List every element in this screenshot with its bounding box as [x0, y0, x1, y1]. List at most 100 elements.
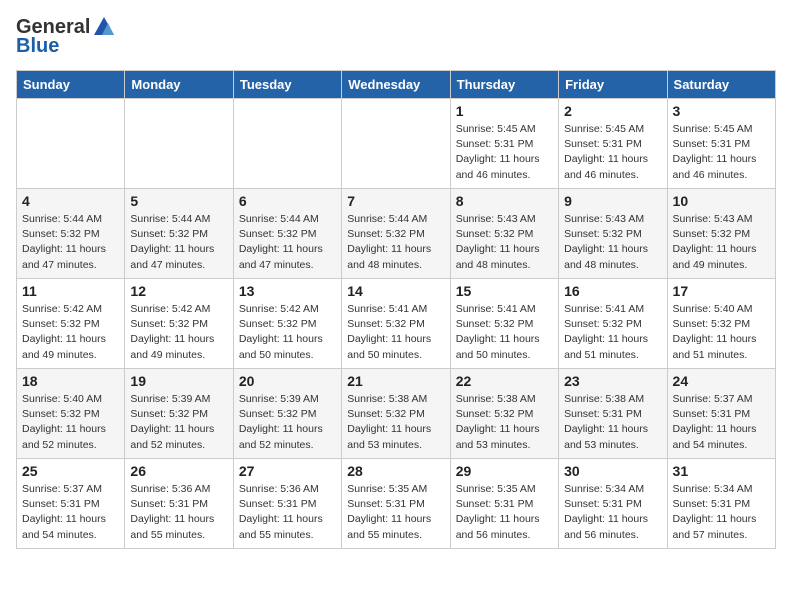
day-detail: Sunrise: 5:35 AM Sunset: 5:31 PM Dayligh… [456, 482, 553, 543]
calendar-cell: 22 Sunrise: 5:38 AM Sunset: 5:32 PM Dayli… [450, 369, 558, 459]
day-number: 25 [22, 463, 119, 479]
day-number: 9 [564, 193, 661, 209]
day-number: 23 [564, 373, 661, 389]
week-row-5: 25 Sunrise: 5:37 AM Sunset: 5:31 PM Dayli… [17, 459, 776, 549]
calendar-cell: 8 Sunrise: 5:43 AM Sunset: 5:32 PM Daylig… [450, 189, 558, 279]
day-detail: Sunrise: 5:43 AM Sunset: 5:32 PM Dayligh… [456, 212, 553, 273]
week-row-2: 4 Sunrise: 5:44 AM Sunset: 5:32 PM Daylig… [17, 189, 776, 279]
day-detail: Sunrise: 5:41 AM Sunset: 5:32 PM Dayligh… [456, 302, 553, 363]
calendar-cell: 26 Sunrise: 5:36 AM Sunset: 5:31 PM Dayli… [125, 459, 233, 549]
day-number: 13 [239, 283, 336, 299]
day-number: 10 [673, 193, 770, 209]
day-number: 4 [22, 193, 119, 209]
day-detail: Sunrise: 5:40 AM Sunset: 5:32 PM Dayligh… [22, 392, 119, 453]
calendar-cell: 15 Sunrise: 5:41 AM Sunset: 5:32 PM Dayli… [450, 279, 558, 369]
calendar-table: SundayMondayTuesdayWednesdayThursdayFrid… [16, 70, 776, 549]
calendar-cell: 17Sunrise: 5:40 AM Sunset: 5:32 PM Dayli… [667, 279, 775, 369]
day-detail: Sunrise: 5:45 AM Sunset: 5:31 PM Dayligh… [673, 122, 770, 183]
weekday-header-tuesday: Tuesday [233, 71, 341, 99]
weekday-header-monday: Monday [125, 71, 233, 99]
day-number: 7 [347, 193, 444, 209]
day-number: 6 [239, 193, 336, 209]
day-detail: Sunrise: 5:42 AM Sunset: 5:32 PM Dayligh… [22, 302, 119, 363]
calendar-cell: 12Sunrise: 5:42 AM Sunset: 5:32 PM Dayli… [125, 279, 233, 369]
day-number: 18 [22, 373, 119, 389]
day-detail: Sunrise: 5:36 AM Sunset: 5:31 PM Dayligh… [239, 482, 336, 543]
day-number: 15 [456, 283, 553, 299]
weekday-header-friday: Friday [559, 71, 667, 99]
day-number: 28 [347, 463, 444, 479]
day-detail: Sunrise: 5:45 AM Sunset: 5:31 PM Dayligh… [456, 122, 553, 183]
day-detail: Sunrise: 5:44 AM Sunset: 5:32 PM Dayligh… [22, 212, 119, 273]
day-detail: Sunrise: 5:39 AM Sunset: 5:32 PM Dayligh… [239, 392, 336, 453]
day-detail: Sunrise: 5:44 AM Sunset: 5:32 PM Dayligh… [347, 212, 444, 273]
calendar-cell: 2 Sunrise: 5:45 AM Sunset: 5:31 PM Daylig… [559, 99, 667, 189]
calendar-cell: 3 Sunrise: 5:45 AM Sunset: 5:31 PM Daylig… [667, 99, 775, 189]
day-detail: Sunrise: 5:38 AM Sunset: 5:32 PM Dayligh… [456, 392, 553, 453]
day-detail: Sunrise: 5:38 AM Sunset: 5:31 PM Dayligh… [564, 392, 661, 453]
calendar-cell: 16Sunrise: 5:41 AM Sunset: 5:32 PM Dayli… [559, 279, 667, 369]
day-detail: Sunrise: 5:43 AM Sunset: 5:32 PM Dayligh… [673, 212, 770, 273]
day-number: 29 [456, 463, 553, 479]
day-number: 30 [564, 463, 661, 479]
calendar-cell: 7 Sunrise: 5:44 AM Sunset: 5:32 PM Daylig… [342, 189, 450, 279]
day-number: 2 [564, 103, 661, 119]
day-number: 3 [673, 103, 770, 119]
logo-area: General Blue [16, 16, 115, 58]
calendar-cell: 23 Sunrise: 5:38 AM Sunset: 5:31 PM Dayli… [559, 369, 667, 459]
calendar-cell: 31Sunrise: 5:34 AM Sunset: 5:31 PM Dayli… [667, 459, 775, 549]
day-number: 11 [22, 283, 119, 299]
calendar-cell [233, 99, 341, 189]
calendar-cell [125, 99, 233, 189]
calendar-cell: 19 Sunrise: 5:39 AM Sunset: 5:32 PM Dayli… [125, 369, 233, 459]
day-number: 22 [456, 373, 553, 389]
header: General Blue [16, 16, 776, 58]
day-number: 27 [239, 463, 336, 479]
week-row-4: 18 Sunrise: 5:40 AM Sunset: 5:32 PM Dayli… [17, 369, 776, 459]
day-detail: Sunrise: 5:43 AM Sunset: 5:32 PM Dayligh… [564, 212, 661, 273]
day-detail: Sunrise: 5:40 AM Sunset: 5:32 PM Dayligh… [673, 302, 770, 363]
logo-triangle-icon [93, 16, 115, 38]
day-detail: Sunrise: 5:39 AM Sunset: 5:32 PM Dayligh… [130, 392, 227, 453]
calendar-cell: 21Sunrise: 5:38 AM Sunset: 5:32 PM Dayli… [342, 369, 450, 459]
day-number: 26 [130, 463, 227, 479]
calendar-cell: 11 Sunrise: 5:42 AM Sunset: 5:32 PM Dayli… [17, 279, 125, 369]
day-number: 8 [456, 193, 553, 209]
day-detail: Sunrise: 5:45 AM Sunset: 5:31 PM Dayligh… [564, 122, 661, 183]
calendar-cell: 6 Sunrise: 5:44 AM Sunset: 5:32 PM Daylig… [233, 189, 341, 279]
day-detail: Sunrise: 5:41 AM Sunset: 5:32 PM Dayligh… [347, 302, 444, 363]
weekday-header-row: SundayMondayTuesdayWednesdayThursdayFrid… [17, 71, 776, 99]
day-detail: Sunrise: 5:42 AM Sunset: 5:32 PM Dayligh… [130, 302, 227, 363]
calendar-cell: 27 Sunrise: 5:36 AM Sunset: 5:31 PM Dayli… [233, 459, 341, 549]
week-row-3: 11 Sunrise: 5:42 AM Sunset: 5:32 PM Dayli… [17, 279, 776, 369]
weekday-header-sunday: Sunday [17, 71, 125, 99]
day-number: 19 [130, 373, 227, 389]
day-detail: Sunrise: 5:36 AM Sunset: 5:31 PM Dayligh… [130, 482, 227, 543]
calendar-cell: 13 Sunrise: 5:42 AM Sunset: 5:32 PM Dayli… [233, 279, 341, 369]
calendar-cell: 18 Sunrise: 5:40 AM Sunset: 5:32 PM Dayli… [17, 369, 125, 459]
day-detail: Sunrise: 5:38 AM Sunset: 5:32 PM Dayligh… [347, 392, 444, 453]
calendar-cell: 4 Sunrise: 5:44 AM Sunset: 5:32 PM Daylig… [17, 189, 125, 279]
day-detail: Sunrise: 5:44 AM Sunset: 5:32 PM Dayligh… [239, 212, 336, 273]
day-number: 1 [456, 103, 553, 119]
calendar-cell: 25 Sunrise: 5:37 AM Sunset: 5:31 PM Dayli… [17, 459, 125, 549]
day-detail: Sunrise: 5:35 AM Sunset: 5:31 PM Dayligh… [347, 482, 444, 543]
weekday-header-wednesday: Wednesday [342, 71, 450, 99]
calendar-cell: 10 Sunrise: 5:43 AM Sunset: 5:32 PM Dayli… [667, 189, 775, 279]
day-number: 31 [673, 463, 770, 479]
calendar-cell: 29 Sunrise: 5:35 AM Sunset: 5:31 PM Dayli… [450, 459, 558, 549]
calendar-cell: 24Sunrise: 5:37 AM Sunset: 5:31 PM Dayli… [667, 369, 775, 459]
day-number: 5 [130, 193, 227, 209]
calendar-cell [17, 99, 125, 189]
calendar-cell: 30Sunrise: 5:34 AM Sunset: 5:31 PM Dayli… [559, 459, 667, 549]
weekday-header-thursday: Thursday [450, 71, 558, 99]
calendar-cell [342, 99, 450, 189]
logo-blue-text: Blue [16, 35, 59, 58]
day-detail: Sunrise: 5:37 AM Sunset: 5:31 PM Dayligh… [22, 482, 119, 543]
calendar-cell: 14Sunrise: 5:41 AM Sunset: 5:32 PM Dayli… [342, 279, 450, 369]
calendar-cell: 1 Sunrise: 5:45 AM Sunset: 5:31 PM Daylig… [450, 99, 558, 189]
weekday-header-saturday: Saturday [667, 71, 775, 99]
day-detail: Sunrise: 5:42 AM Sunset: 5:32 PM Dayligh… [239, 302, 336, 363]
week-row-1: 1 Sunrise: 5:45 AM Sunset: 5:31 PM Daylig… [17, 99, 776, 189]
day-number: 20 [239, 373, 336, 389]
